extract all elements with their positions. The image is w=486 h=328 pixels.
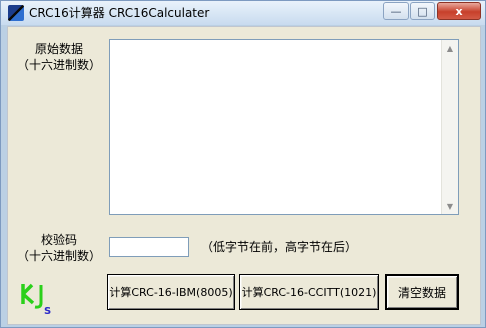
kjs-logo: S bbox=[21, 283, 51, 315]
scroll-up-icon[interactable]: ▲ bbox=[442, 40, 458, 56]
raw-data-scrollbar[interactable]: ▲ ▼ bbox=[441, 40, 458, 214]
window-title: CRC16计算器 CRC16Calculater bbox=[29, 6, 210, 20]
raw-data-textarea[interactable]: ▲ ▼ bbox=[109, 39, 459, 215]
close-button[interactable]: x bbox=[437, 2, 481, 20]
raw-data-label-line1: 原始数据 bbox=[34, 42, 83, 56]
client-area: 原始数据 （十六进制数） ▲ ▼ 校验码 （十六进制数） （低字节在前，高字节在… bbox=[7, 26, 481, 325]
minimize-button[interactable]: — bbox=[383, 2, 409, 20]
title-bar[interactable]: CRC16计算器 CRC16Calculater — □ x bbox=[1, 1, 485, 25]
clear-data-button[interactable]: 清空数据 bbox=[385, 274, 459, 310]
app-window: CRC16计算器 CRC16Calculater — □ x 原始数据 （十六进… bbox=[0, 0, 486, 328]
app-icon bbox=[8, 5, 24, 21]
checksum-input[interactable] bbox=[109, 237, 189, 257]
scroll-down-icon[interactable]: ▼ bbox=[442, 198, 458, 214]
checksum-label-line2: （十六进制数） bbox=[16, 249, 101, 263]
calc-crc16-ibm-button[interactable]: 计算CRC-16-IBM(8005) bbox=[107, 274, 235, 310]
maximize-button[interactable]: □ bbox=[410, 2, 435, 20]
raw-data-label-line2: （十六进制数） bbox=[16, 58, 101, 72]
svg-text:S: S bbox=[44, 306, 51, 315]
calc-crc16-ccitt-button[interactable]: 计算CRC-16-CCITT(1021) bbox=[239, 274, 379, 310]
checksum-label-line1: 校验码 bbox=[40, 233, 77, 247]
raw-data-label: 原始数据 （十六进制数） bbox=[16, 41, 102, 73]
checksum-label: 校验码 （十六进制数） bbox=[16, 232, 102, 264]
byte-order-note: （低字节在前，高字节在后） bbox=[201, 240, 358, 254]
